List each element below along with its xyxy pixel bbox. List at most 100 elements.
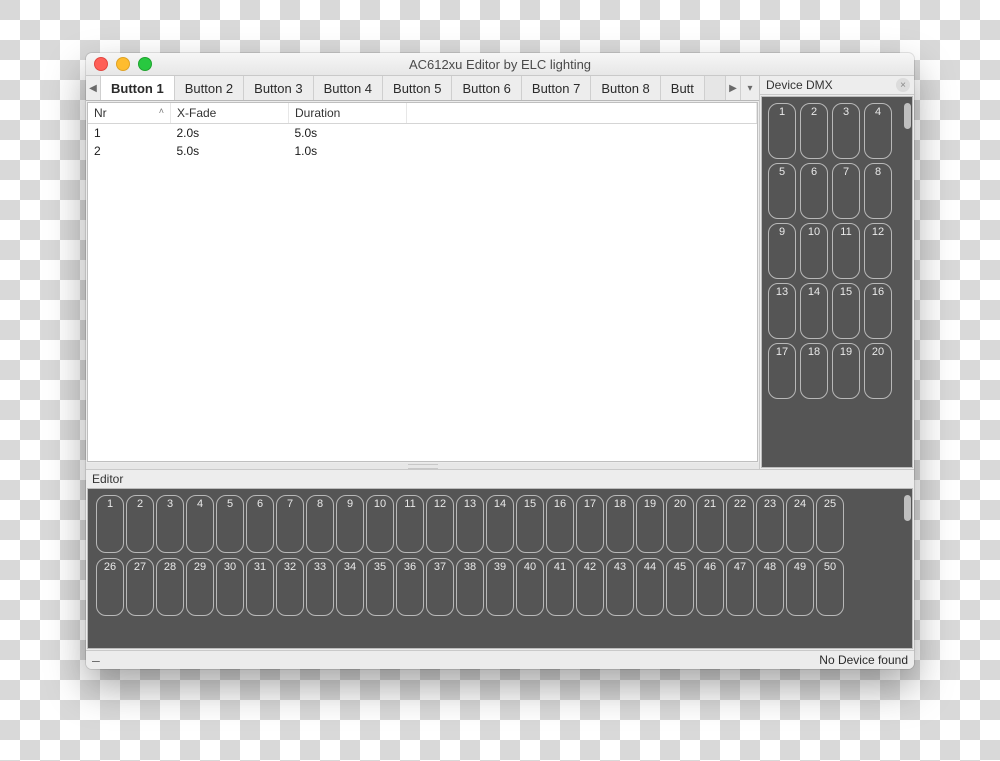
dmx-slot[interactable]: 19 xyxy=(832,343,860,399)
editor-slot[interactable]: 43 xyxy=(606,558,634,616)
editor-slot[interactable]: 34 xyxy=(336,558,364,616)
dmx-slot[interactable]: 10 xyxy=(800,223,828,279)
editor-slot[interactable]: 35 xyxy=(366,558,394,616)
dmx-slot[interactable]: 14 xyxy=(800,283,828,339)
editor-slot[interactable]: 14 xyxy=(486,495,514,553)
editor-slot[interactable]: 3 xyxy=(156,495,184,553)
tab-button-9[interactable]: Butt xyxy=(661,76,705,100)
dmx-slot[interactable]: 9 xyxy=(768,223,796,279)
editor-slot[interactable]: 36 xyxy=(396,558,424,616)
dmx-slot[interactable]: 17 xyxy=(768,343,796,399)
close-panel-icon[interactable]: × xyxy=(896,78,910,92)
dmx-slot[interactable]: 12 xyxy=(864,223,892,279)
editor-slot[interactable]: 27 xyxy=(126,558,154,616)
editor-slot[interactable]: 37 xyxy=(426,558,454,616)
horizontal-splitter[interactable] xyxy=(86,463,759,469)
editor-slot[interactable]: 9 xyxy=(336,495,364,553)
tab-button-3[interactable]: Button 3 xyxy=(244,76,313,100)
editor-slot[interactable]: 50 xyxy=(816,558,844,616)
editor-slot[interactable]: 33 xyxy=(306,558,334,616)
dmx-slot[interactable]: 20 xyxy=(864,343,892,399)
dmx-slot[interactable]: 5 xyxy=(768,163,796,219)
tab-button-5[interactable]: Button 5 xyxy=(383,76,452,100)
tab-button-2[interactable]: Button 2 xyxy=(175,76,244,100)
editor-slot[interactable]: 40 xyxy=(516,558,544,616)
editor-slot[interactable]: 42 xyxy=(576,558,604,616)
dmx-slot[interactable]: 3 xyxy=(832,103,860,159)
dmx-slot[interactable]: 18 xyxy=(800,343,828,399)
editor-slot[interactable]: 6 xyxy=(246,495,274,553)
editor-slot[interactable]: 48 xyxy=(756,558,784,616)
table-row[interactable]: 25.0s1.0s xyxy=(88,142,757,160)
scrollbar-thumb[interactable] xyxy=(904,103,911,129)
editor-slot[interactable]: 38 xyxy=(456,558,484,616)
editor-slot[interactable]: 26 xyxy=(96,558,124,616)
editor-slot[interactable]: 13 xyxy=(456,495,484,553)
dmx-slot[interactable]: 15 xyxy=(832,283,860,339)
device-dmx-pane: Device DMX × 123456789101112131415161718… xyxy=(760,76,914,469)
titlebar: AC612xu Editor by ELC lighting xyxy=(86,53,914,76)
editor-slot[interactable]: 41 xyxy=(546,558,574,616)
close-icon[interactable] xyxy=(94,57,108,71)
editor-slot[interactable]: 11 xyxy=(396,495,424,553)
editor-slot[interactable]: 44 xyxy=(636,558,664,616)
editor-slot[interactable]: 10 xyxy=(366,495,394,553)
editor-slot[interactable]: 32 xyxy=(276,558,304,616)
dmx-slot[interactable]: 8 xyxy=(864,163,892,219)
editor-slot[interactable]: 46 xyxy=(696,558,724,616)
maximize-icon[interactable] xyxy=(138,57,152,71)
editor-slot[interactable]: 21 xyxy=(696,495,724,553)
editor-slot[interactable]: 18 xyxy=(606,495,634,553)
scrollbar-thumb[interactable] xyxy=(904,495,911,521)
editor-slot[interactable]: 17 xyxy=(576,495,604,553)
editor-slot[interactable]: 7 xyxy=(276,495,304,553)
tab-button-4[interactable]: Button 4 xyxy=(314,76,383,100)
cell-duration: 5.0s xyxy=(289,124,407,143)
editor-slot[interactable]: 4 xyxy=(186,495,214,553)
device-dmx-header: Device DMX × xyxy=(760,76,914,95)
tab-button-8[interactable]: Button 8 xyxy=(591,76,660,100)
editor-slot[interactable]: 22 xyxy=(726,495,754,553)
editor-slot[interactable]: 23 xyxy=(756,495,784,553)
editor-slot[interactable]: 2 xyxy=(126,495,154,553)
editor-slot[interactable]: 25 xyxy=(816,495,844,553)
sort-asc-icon: ˄ xyxy=(159,106,164,116)
editor-slot[interactable]: 47 xyxy=(726,558,754,616)
dmx-slot[interactable]: 6 xyxy=(800,163,828,219)
dmx-slot[interactable]: 11 xyxy=(832,223,860,279)
dmx-slot[interactable]: 4 xyxy=(864,103,892,159)
table-row[interactable]: 12.0s5.0s xyxy=(88,124,757,143)
minimize-icon[interactable] xyxy=(116,57,130,71)
col-header-nr[interactable]: Nr ˄ xyxy=(88,103,171,124)
editor-slot[interactable]: 39 xyxy=(486,558,514,616)
tab-button-7[interactable]: Button 7 xyxy=(522,76,591,100)
tab-nav-left-icon[interactable]: ◀ xyxy=(86,76,101,100)
editor-slot[interactable]: 8 xyxy=(306,495,334,553)
editor-slot[interactable]: 15 xyxy=(516,495,544,553)
editor-slot[interactable]: 5 xyxy=(216,495,244,553)
editor-slot[interactable]: 45 xyxy=(666,558,694,616)
editor-slot[interactable]: 19 xyxy=(636,495,664,553)
editor-slot[interactable]: 24 xyxy=(786,495,814,553)
tab-button-6[interactable]: Button 6 xyxy=(452,76,521,100)
dmx-slot[interactable]: 2 xyxy=(800,103,828,159)
dmx-slot[interactable]: 7 xyxy=(832,163,860,219)
tab-button-1[interactable]: Button 1 xyxy=(101,76,175,100)
col-header-duration[interactable]: Duration xyxy=(289,103,407,124)
editor-slot[interactable]: 30 xyxy=(216,558,244,616)
dmx-slot[interactable]: 16 xyxy=(864,283,892,339)
cell-xfade: 2.0s xyxy=(171,124,289,143)
editor-slot[interactable]: 29 xyxy=(186,558,214,616)
editor-slot[interactable]: 1 xyxy=(96,495,124,553)
tab-nav-right-icon[interactable]: ▶ xyxy=(725,76,740,100)
tab-overflow-icon[interactable]: ▾ xyxy=(740,76,759,100)
editor-slot[interactable]: 20 xyxy=(666,495,694,553)
dmx-slot[interactable]: 1 xyxy=(768,103,796,159)
editor-slot[interactable]: 12 xyxy=(426,495,454,553)
editor-slot[interactable]: 16 xyxy=(546,495,574,553)
editor-slot[interactable]: 28 xyxy=(156,558,184,616)
editor-slot[interactable]: 49 xyxy=(786,558,814,616)
dmx-slot[interactable]: 13 xyxy=(768,283,796,339)
col-header-xfade[interactable]: X-Fade xyxy=(171,103,289,124)
editor-slot[interactable]: 31 xyxy=(246,558,274,616)
